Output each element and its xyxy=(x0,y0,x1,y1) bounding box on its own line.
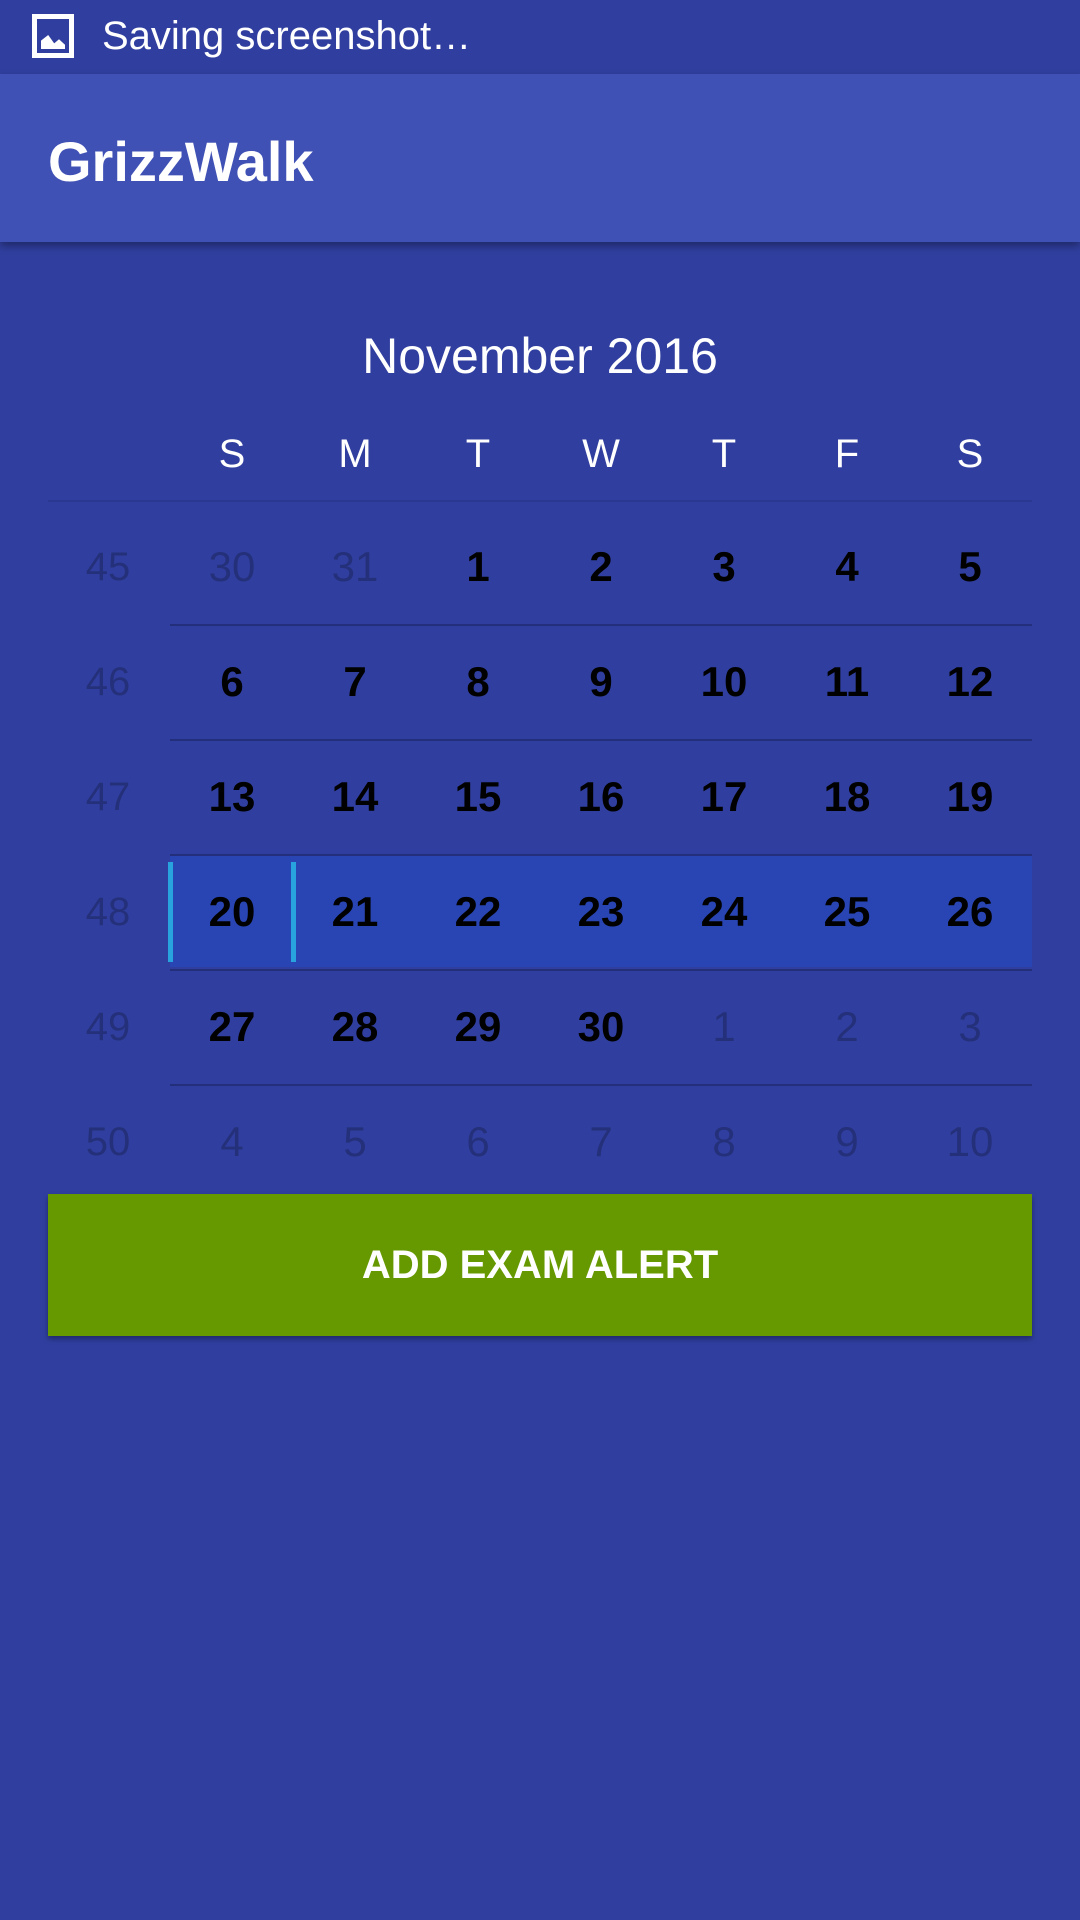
calendar-day[interactable]: 7 xyxy=(546,1117,656,1167)
calendar-day[interactable]: 12 xyxy=(915,657,1025,707)
calendar-day[interactable]: 14 xyxy=(300,772,410,822)
week-row-divider xyxy=(170,739,1032,741)
week-row-divider xyxy=(170,1084,1032,1086)
calendar-day[interactable]: 22 xyxy=(423,887,533,937)
weekday-header-row: SMTWTFS xyxy=(0,426,1080,486)
app-title: GrizzWalk xyxy=(48,130,314,193)
calendar-day[interactable]: 1 xyxy=(423,542,533,592)
calendar-day[interactable]: 18 xyxy=(792,772,902,822)
week-number: 50 xyxy=(85,1120,131,1164)
calendar-day[interactable]: 27 xyxy=(177,1002,287,1052)
selection-marker-left xyxy=(168,862,173,962)
screenshot-image-icon xyxy=(32,14,74,58)
weekday-label: T xyxy=(711,432,737,476)
week-number: 49 xyxy=(85,1005,131,1049)
month-title: November 2016 xyxy=(362,328,718,384)
calendar-day[interactable]: 6 xyxy=(423,1117,533,1167)
add-exam-alert-button[interactable]: ADD EXAM ALERT xyxy=(48,1194,1032,1336)
calendar-day[interactable]: 26 xyxy=(915,887,1025,937)
calendar-day[interactable]: 31 xyxy=(300,542,410,592)
calendar-day[interactable]: 30 xyxy=(546,1002,656,1052)
calendar-day[interactable]: 4 xyxy=(177,1117,287,1167)
weekday-label: S xyxy=(218,432,246,476)
calendar-day[interactable]: 23 xyxy=(546,887,656,937)
calendar-day[interactable]: 9 xyxy=(546,657,656,707)
weekday-label: F xyxy=(834,432,860,476)
week-row-divider xyxy=(170,969,1032,971)
calendar-day[interactable]: 19 xyxy=(915,772,1025,822)
calendar-day[interactable]: 15 xyxy=(423,772,533,822)
calendar-day[interactable]: 1 xyxy=(669,1002,779,1052)
weekday-label: M xyxy=(338,432,372,476)
week-row-divider xyxy=(170,854,1032,856)
calendar-day[interactable]: 5 xyxy=(300,1117,410,1167)
calendar-day[interactable]: 4 xyxy=(792,542,902,592)
calendar-day[interactable]: 13 xyxy=(177,772,287,822)
calendar-day[interactable]: 8 xyxy=(669,1117,779,1167)
week-row-divider xyxy=(170,624,1032,626)
calendar-day[interactable]: 2 xyxy=(546,542,656,592)
app-bar: GrizzWalk xyxy=(0,74,1080,242)
calendar-day[interactable]: 20 xyxy=(177,887,287,937)
calendar-day[interactable]: 30 xyxy=(177,542,287,592)
status-notification-text: Saving screenshot… xyxy=(102,14,472,58)
calendar-day[interactable]: 17 xyxy=(669,772,779,822)
weekday-label: S xyxy=(956,432,984,476)
calendar-day[interactable]: 10 xyxy=(915,1117,1025,1167)
calendar-day[interactable]: 24 xyxy=(669,887,779,937)
calendar-day[interactable]: 5 xyxy=(915,542,1025,592)
calendar-day[interactable]: 29 xyxy=(423,1002,533,1052)
calendar-day[interactable]: 2 xyxy=(792,1002,902,1052)
weekday-label: T xyxy=(465,432,491,476)
calendar-day[interactable]: 16 xyxy=(546,772,656,822)
status-bar: Saving screenshot… xyxy=(0,0,1080,74)
calendar-day[interactable]: 10 xyxy=(669,657,779,707)
calendar-day[interactable]: 28 xyxy=(300,1002,410,1052)
calendar-day[interactable]: 3 xyxy=(669,542,779,592)
week-number: 48 xyxy=(85,890,131,934)
week-number: 46 xyxy=(85,660,131,704)
calendar-day[interactable]: 25 xyxy=(792,887,902,937)
calendar-day[interactable]: 11 xyxy=(792,657,902,707)
header-divider xyxy=(48,500,1032,502)
calendar-day[interactable]: 8 xyxy=(423,657,533,707)
week-number: 45 xyxy=(85,545,131,589)
calendar-day[interactable]: 21 xyxy=(300,887,410,937)
calendar-day[interactable]: 6 xyxy=(177,657,287,707)
calendar-day[interactable]: 9 xyxy=(792,1117,902,1167)
week-number: 47 xyxy=(85,775,131,819)
calendar-day[interactable]: 3 xyxy=(915,1002,1025,1052)
calendar-day[interactable]: 7 xyxy=(300,657,410,707)
selection-marker-right xyxy=(291,862,296,962)
weekday-label: W xyxy=(582,432,620,476)
